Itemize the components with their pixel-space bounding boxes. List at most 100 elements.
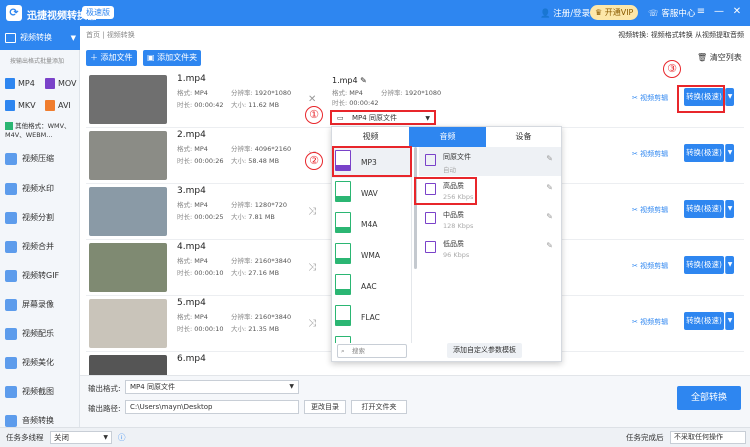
after-done-select[interactable]: 不采取任何操作: [670, 431, 746, 444]
format-search-input[interactable]: ⌕ 搜索: [337, 344, 407, 358]
open-folder-button[interactable]: 打开文件夹: [351, 400, 407, 414]
file-meta: 分辨率: 2160*3840: [231, 313, 292, 321]
format-option-m4a[interactable]: M4A: [332, 209, 411, 240]
clear-list-button[interactable]: 🗑 清空列表: [697, 52, 742, 63]
convert-button[interactable]: 转换(极速): [684, 256, 724, 274]
format-option-label: FLAC: [361, 313, 380, 322]
sidebar-item-label: 音频转换: [22, 416, 54, 425]
convert-dropdown[interactable]: ▼: [725, 144, 734, 162]
format-option-wma[interactable]: WMA: [332, 240, 411, 271]
add-folder-label: 添加文件夹: [157, 53, 198, 62]
edit-icon[interactable]: ✎: [546, 212, 553, 221]
video-edit-button[interactable]: ✂ 视频剪辑: [632, 205, 668, 215]
close-icon[interactable]: ✕: [730, 5, 744, 19]
info-icon[interactable]: ⓘ: [118, 428, 126, 447]
search-placeholder: 搜索: [352, 347, 365, 355]
status-bar: 任务多线程 关闭 ▼ ⓘ 任务完成后 不采取任何操作: [0, 427, 750, 447]
change-dir-button[interactable]: 更改目录: [304, 400, 346, 414]
format-option-wav[interactable]: WAV: [332, 178, 411, 209]
add-file-button[interactable]: ＋ 添加文件: [86, 50, 137, 66]
convert-dropdown[interactable]: ▼: [725, 312, 734, 330]
sidebar-item-record[interactable]: 屏幕录像: [0, 293, 80, 317]
breadcrumb-home[interactable]: 首页: [86, 31, 100, 39]
multithread-select[interactable]: 关闭 ▼: [50, 431, 112, 444]
sidebar: 视频转换 ▼ 按输出格式批量添加 MP4 MOV MKV AVI 其他格式：WMV…: [0, 26, 80, 427]
file-name: 4.mp4: [177, 242, 206, 252]
minimize-icon[interactable]: —: [712, 5, 726, 19]
quality-option[interactable]: 中品质 128 Kbps ✎: [419, 205, 561, 234]
edit-icon[interactable]: ✎: [546, 154, 553, 163]
sidebar-item-split[interactable]: 视频分割: [0, 206, 80, 230]
format-label: MOV: [58, 79, 77, 88]
mov-icon: [45, 78, 55, 89]
other-formats[interactable]: 其他格式：WMV、M4V、WEBM...: [5, 122, 77, 140]
customer-service-link[interactable]: ☏ 客服中心: [648, 7, 695, 19]
sidebar-item-label: 视频合并: [22, 242, 54, 251]
convert-button[interactable]: 转换(极速): [684, 200, 724, 218]
video-thumbnail[interactable]: [89, 243, 167, 292]
format-option-flac[interactable]: FLAC: [332, 302, 411, 333]
video-edit-button[interactable]: ✂ 视频剪辑: [632, 317, 668, 327]
video-edit-button[interactable]: ✂ 视频剪辑: [632, 93, 668, 103]
screenshot-icon: [5, 386, 17, 398]
format-mkv[interactable]: MKV: [5, 100, 36, 111]
edit-icon[interactable]: ✎: [546, 241, 553, 250]
format-option-aac[interactable]: AAC: [332, 271, 411, 302]
audio-file-icon: [335, 212, 351, 233]
quality-option[interactable]: 同原文件 自动 ✎: [419, 147, 561, 176]
sidebar-item-watermark[interactable]: 视频水印: [0, 177, 80, 201]
video-thumbnail[interactable]: [89, 75, 167, 124]
convert-all-button[interactable]: 全部转换: [677, 386, 741, 410]
menu-icon[interactable]: ≡: [694, 5, 708, 19]
format-label: MKV: [18, 101, 36, 110]
output-path-input[interactable]: C:\Users\mayn\Desktop: [125, 400, 299, 414]
output-format-select[interactable]: MP4 同原文件 ▼: [125, 380, 299, 394]
video-format-icon: ▭: [337, 114, 344, 122]
quality-option[interactable]: 低品质 96 Kbps ✎: [419, 234, 561, 263]
add-folder-button[interactable]: ▣ 添加文件夹: [143, 50, 202, 66]
sidebar-item-beautify[interactable]: 视频美化: [0, 351, 80, 375]
search-icon: ⌕: [341, 347, 345, 355]
sidebar-item-video-convert[interactable]: 视频转换 ▼: [0, 26, 80, 50]
file-meta: 分辨率: 1920*1080: [231, 89, 292, 97]
sidebar-item-screenshot[interactable]: 视频截图: [0, 380, 80, 404]
sidebar-item-merge[interactable]: 视频合并: [0, 235, 80, 259]
format-select[interactable]: ▭ MP4 同原文件 ▼: [330, 110, 436, 125]
convert-dropdown[interactable]: ▼: [725, 88, 734, 106]
edit-icon[interactable]: ✎: [546, 183, 553, 192]
video-thumbnail[interactable]: [89, 131, 167, 180]
file-meta: 格式: MP4: [177, 313, 208, 321]
chevron-down-icon: ▼: [289, 383, 294, 390]
tab-audio[interactable]: 音频: [409, 127, 486, 147]
convert-dropdown[interactable]: ▼: [725, 256, 734, 274]
video-thumbnail[interactable]: [89, 299, 167, 348]
clear-list-label: 清空列表: [709, 53, 742, 62]
login-link[interactable]: 👤 注册/登录: [540, 7, 590, 19]
format-avi[interactable]: AVI: [45, 100, 71, 111]
sidebar-item-compress[interactable]: 视频压缩: [0, 147, 80, 171]
sidebar-item-music[interactable]: 视频配乐: [0, 322, 80, 346]
format-option-ac3[interactable]: AC3: [332, 333, 411, 343]
watermark-icon: [5, 183, 17, 195]
format-mov[interactable]: MOV: [45, 78, 77, 89]
format-mp4[interactable]: MP4: [5, 78, 35, 89]
convert-button[interactable]: 转换(极速): [684, 144, 724, 162]
convert-dropdown[interactable]: ▼: [725, 200, 734, 218]
chevron-down-icon: ▼: [70, 34, 76, 42]
annotation-2: ②: [305, 152, 323, 170]
format-list-scrollbar[interactable]: [414, 147, 417, 269]
video-edit-button[interactable]: ✂ 视频剪辑: [632, 149, 668, 159]
video-edit-button[interactable]: ✂ 视频剪辑: [632, 261, 668, 271]
annotation-1: ①: [305, 106, 323, 124]
convert-button[interactable]: 转换(极速): [684, 312, 724, 330]
add-template-button[interactable]: 添加自定义参数模板: [447, 343, 522, 358]
video-thumbnail[interactable]: [89, 187, 167, 236]
file-meta: 大小: 11.62 MB: [231, 101, 280, 109]
sidebar-item-gif[interactable]: 视频转GIF: [0, 264, 80, 288]
vip-button[interactable]: ♛ 开通VIP: [590, 5, 639, 20]
pencil-icon[interactable]: ✎: [360, 76, 367, 85]
sidebar-item-label: 屏幕录像: [22, 300, 54, 309]
tab-video[interactable]: 视频: [332, 127, 409, 147]
gif-icon: [5, 270, 17, 282]
tab-device[interactable]: 设备: [486, 127, 561, 147]
